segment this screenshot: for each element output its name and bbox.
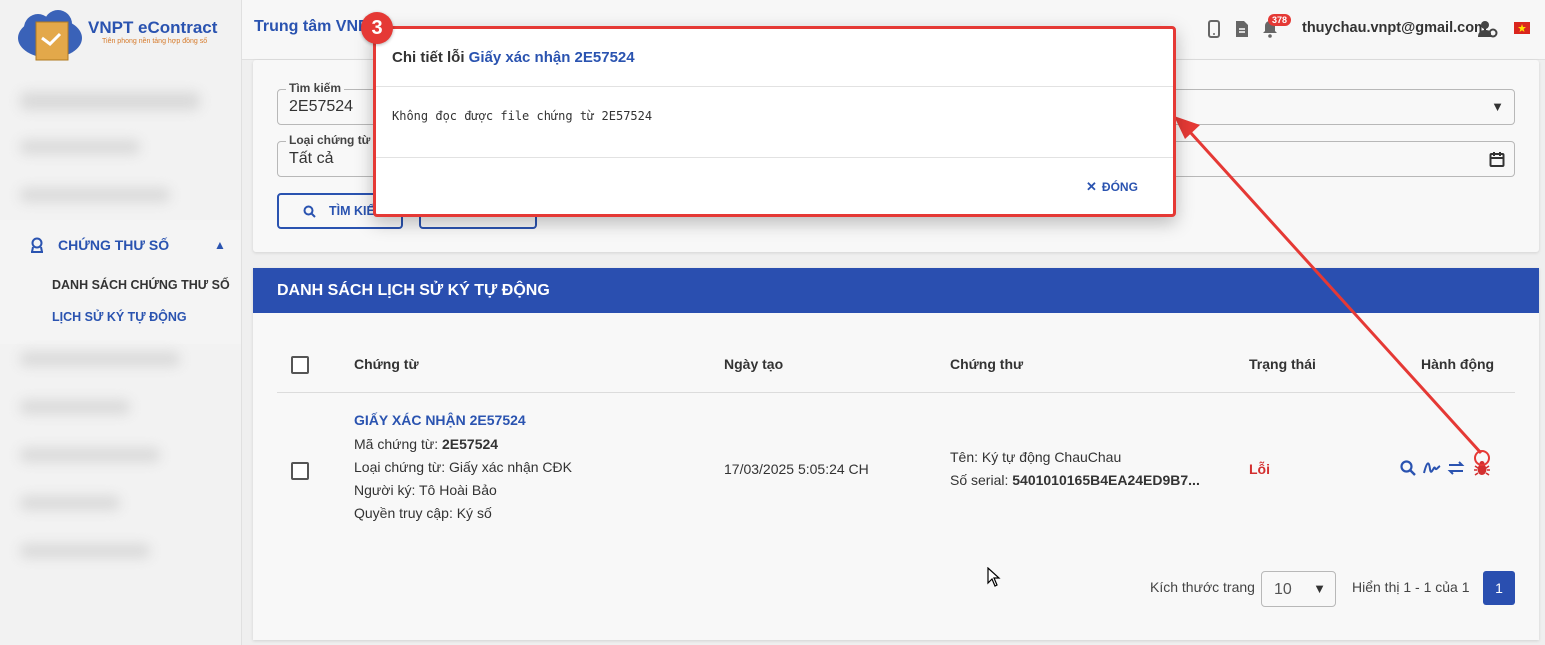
user-settings-icon[interactable] [1478, 20, 1498, 38]
caret-down-icon: ▼ [1491, 99, 1504, 114]
dialog-title: Chi tiết lỗi Giấy xác nhận 2E57524 [392, 49, 635, 66]
dialog-header: Chi tiết lỗi Giấy xác nhận 2E57524 [376, 29, 1173, 87]
certificate-name: Tên: Ký tự động ChauChau [950, 449, 1122, 465]
serial-value: 5401010165B4EA24ED9B7... [1012, 472, 1200, 488]
nav-group-label: CHỨNG THƯ SỐ [58, 237, 170, 253]
page-info: Hiển thị 1 - 1 của 1 [1352, 579, 1470, 595]
blurred-nav-item [20, 400, 130, 414]
blurred-nav-item [20, 352, 180, 366]
blurred-nav-item [20, 496, 120, 510]
step-number-badge: 3 [361, 12, 393, 44]
select-all-checkbox[interactable] [291, 356, 309, 374]
column-header-certificate[interactable]: Chứng thư [950, 356, 1023, 372]
swap-icon[interactable] [1447, 459, 1465, 477]
column-header-document[interactable]: Chứng từ [354, 356, 419, 372]
breadcrumb[interactable]: Trung tâm VNP [254, 18, 369, 36]
caret-down-icon: ▼ [1313, 581, 1326, 596]
notification-badge: 378 [1268, 14, 1292, 26]
status-badge: Lỗi [1249, 461, 1270, 477]
sidebar-item-certificate-list[interactable]: DANH SÁCH CHỨNG THƯ SỐ [52, 278, 230, 292]
document-type-label: Loại chứng từ [286, 133, 374, 147]
chevron-up-icon[interactable]: ▲ [214, 238, 226, 252]
page-size-select[interactable]: 10 ▼ [1261, 571, 1336, 607]
mobile-icon[interactable] [1206, 20, 1222, 38]
dialog-message: Không đọc được file chứng từ 2E57524 [392, 109, 653, 123]
calendar-icon[interactable] [1489, 151, 1505, 167]
blurred-nav-item [20, 544, 150, 558]
column-header-status[interactable]: Trạng thái [1249, 356, 1316, 372]
cloud-logo-icon [18, 10, 82, 61]
column-header-created[interactable]: Ngày tạo [724, 356, 783, 372]
dialog-footer-divider [376, 157, 1173, 158]
vietnam-flag-icon[interactable] [1514, 22, 1530, 34]
search-input-label: Tìm kiếm [286, 81, 345, 95]
brand-logo[interactable]: VNPT eContract Tiên phong nền tảng hợp đ… [16, 6, 236, 64]
document-link[interactable]: GIẤY XÁC NHẬN 2E57524 [354, 412, 526, 428]
brand-subtitle: Tiên phong nền tảng hợp đồng số [102, 38, 208, 45]
nav-section-certificates: CHỨNG THƯ SỐ ▲ DANH SÁCH CHỨNG THƯ SỐ LỊ… [0, 220, 241, 344]
document-type: Loại chứng từ: Giấy xác nhận CĐK [354, 459, 572, 475]
close-button[interactable]: ✕ ĐÓNG [1086, 179, 1138, 195]
document-access: Quyền truy cập: Ký số [354, 505, 492, 521]
user-email[interactable]: thuychau.vnpt@gmail.com [1302, 20, 1487, 36]
error-detail-dialog: Chi tiết lỗi Giấy xác nhận 2E57524 Không… [373, 26, 1176, 217]
blurred-nav-item [20, 448, 160, 462]
document-signer: Người ký: Tô Hoài Bảo [354, 482, 497, 498]
search-button-label: TÌM KIẾ [329, 204, 375, 218]
serial-label: Số serial: [950, 472, 1013, 488]
header-divider [277, 392, 1515, 393]
view-detail-icon[interactable] [1399, 459, 1417, 477]
list-header: DANH SÁCH LỊCH SỬ KÝ TỰ ĐỘNG [253, 268, 1539, 313]
close-icon: ✕ [1086, 179, 1097, 194]
signature-icon[interactable] [1423, 459, 1441, 477]
document-icon[interactable] [1234, 20, 1250, 38]
close-button-label: ĐÓNG [1101, 180, 1138, 194]
bug-icon[interactable] [1473, 459, 1491, 477]
dialog-title-prefix: Chi tiết lỗi [392, 49, 469, 66]
search-icon [303, 205, 316, 218]
row-checkbox[interactable] [291, 462, 309, 480]
created-date: 17/03/2025 5:05:24 CH [724, 461, 869, 477]
document-code: Mã chứng từ: 2E57524 [354, 436, 498, 452]
blurred-nav-item [20, 92, 200, 110]
column-header-actions: Hành động [1421, 356, 1495, 372]
blurred-nav-item [20, 140, 140, 154]
sidebar: VNPT eContract Tiên phong nền tảng hợp đ… [0, 0, 242, 645]
certificate-serial: Số serial: 5401010165B4EA24ED9B7... [950, 472, 1200, 488]
dialog-title-document: Giấy xác nhận 2E57524 [468, 49, 635, 66]
search-input-value: 2E57524 [289, 98, 354, 115]
nav-group-certificates[interactable]: CHỨNG THƯ SỐ [30, 237, 169, 253]
sidebar-item-auto-sign-history[interactable]: LỊCH SỬ KÝ TỰ ĐỘNG [52, 310, 187, 324]
blurred-nav-item [20, 188, 170, 202]
list-title: DANH SÁCH LỊCH SỬ KÝ TỰ ĐỘNG [277, 282, 550, 299]
document-code-value: 2E57524 [442, 436, 499, 452]
history-list-panel: DANH SÁCH LỊCH SỬ KÝ TỰ ĐỘNG Chứng từ Ng… [253, 268, 1539, 640]
page-size-label: Kích thước trang [1150, 579, 1255, 595]
document-code-label: Mã chứng từ: [354, 436, 442, 452]
page-size-value: 10 [1274, 581, 1292, 598]
document-type-value: Tất cả [289, 150, 334, 167]
page-button-current[interactable]: 1 [1483, 571, 1515, 605]
mouse-cursor-icon [987, 567, 1001, 587]
certificate-icon [31, 237, 43, 253]
brand-title: VNPT eContract [88, 18, 218, 37]
